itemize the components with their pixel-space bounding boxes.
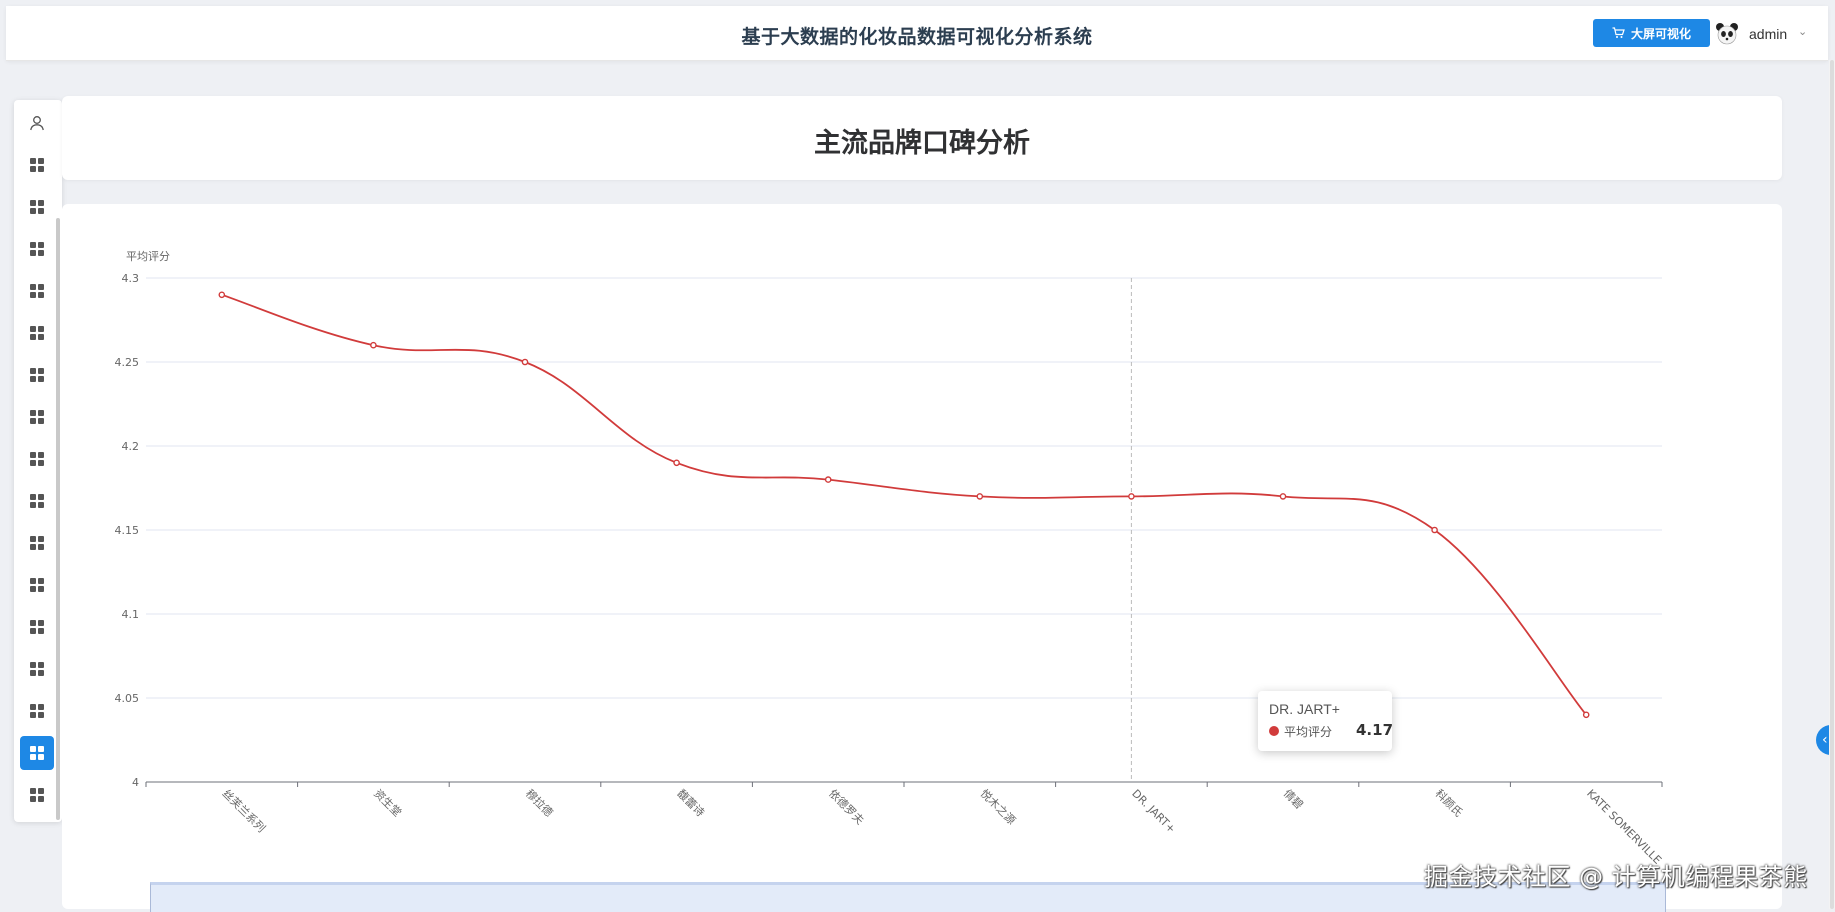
x-tick-label: 穆拉德 (523, 786, 556, 819)
big-screen-label: 大屏可视化 (1630, 26, 1691, 41)
tooltip-series-dot (1269, 726, 1279, 736)
data-point (976, 493, 984, 500)
grid-icon (30, 200, 44, 214)
page-title: 主流品牌口碑分析 (814, 128, 1030, 159)
data-point (1128, 493, 1135, 500)
title-card: 主流品牌口碑分析 (62, 96, 1782, 180)
x-tick-label: 资生堂 (371, 786, 404, 819)
page-scrollbar[interactable] (1829, 60, 1835, 909)
grid-icon (30, 704, 44, 718)
sidebar-item-6[interactable] (20, 358, 54, 392)
app-title: 基于大数据的化妆品数据可视化分析系统 (741, 26, 1093, 48)
data-point (1582, 711, 1590, 719)
panda-icon (1716, 23, 1738, 45)
sidebar-item-1[interactable] (20, 148, 54, 182)
line-chart[interactable]: 4 4.05 4.1 4.15 4.2 4.25 4.3 平均评分丝芙兰系列 资生堂 穆拉德 馥蕾诗… (62, 204, 1782, 909)
data-point (1279, 493, 1287, 500)
x-tick-label: 科颜氏 (1432, 786, 1465, 819)
watermark: 掘金技术社区 @ 计算机编程果茶熊 (1424, 863, 1808, 891)
sidebar-item-10[interactable] (20, 526, 54, 560)
grid-icon (30, 284, 44, 298)
chart-tooltip: DR. JART+ 平均评分 4.17 (1258, 691, 1394, 751)
sidebar (14, 100, 62, 822)
grid-icon (30, 410, 44, 424)
sidebar-item-12[interactable] (20, 610, 54, 644)
x-tick-label: 悦木之源 (978, 786, 1019, 827)
user-name[interactable]: admin (1749, 26, 1787, 42)
sidebar-item-14[interactable] (20, 694, 54, 728)
y-tick-label: 4 (132, 776, 139, 789)
sidebar-item-8[interactable] (20, 442, 54, 476)
chevron-down-icon[interactable]: ⌄ (1798, 25, 1807, 38)
x-tick-label: KATE SOMERVILLE (1584, 787, 1664, 867)
sidebar-item-16[interactable] (20, 778, 54, 812)
top-bar: 基于大数据的化妆品数据可视化分析系统 大屏可视化 admin ⌄ (6, 6, 1828, 61)
avatar[interactable] (1715, 21, 1739, 47)
grid-icon (30, 158, 44, 172)
x-tick-label: 依德罗夫 (826, 786, 867, 827)
grid-icon (30, 368, 44, 382)
data-point (370, 341, 377, 349)
y-tick-label: 4.15 (115, 524, 140, 537)
cart-icon (1612, 27, 1625, 38)
grid-icon (30, 536, 44, 550)
grid-icon (30, 662, 44, 676)
tooltip-value: 4.17 (1356, 721, 1394, 739)
data-point (824, 476, 832, 483)
y-tick-label: 4.25 (115, 356, 140, 369)
tooltip-category: DR. JART+ (1269, 701, 1340, 717)
y-tick-label: 4.05 (115, 692, 140, 705)
sidebar-item-9[interactable] (20, 484, 54, 518)
x-tick-label: 倩碧 (1281, 787, 1306, 812)
user-icon (30, 116, 44, 131)
grid-icon (30, 746, 44, 760)
sidebar-item-user[interactable] (20, 106, 54, 140)
y-tick-label: 4.3 (122, 272, 140, 285)
sidebar-item-2[interactable] (20, 190, 54, 224)
big-screen-button[interactable]: 大屏可视化 (1593, 19, 1710, 47)
sidebar-scrollbar[interactable] (56, 218, 60, 820)
y-axis-label: 平均评分 (126, 250, 170, 263)
grid-icon (30, 788, 44, 802)
sidebar-item-7[interactable] (20, 400, 54, 434)
chart-card: 4 4.05 4.1 4.15 4.2 4.25 4.3 平均评分丝芙兰系列 资生堂 穆拉德 馥蕾诗… (62, 204, 1782, 909)
grid-icon (30, 242, 44, 256)
data-point (218, 291, 226, 299)
y-tick-label: 4.1 (122, 608, 140, 621)
x-tick-label: 丝芙兰系列 (220, 786, 269, 835)
sidebar-item-11[interactable] (20, 568, 54, 602)
grid-icon (30, 494, 44, 508)
sidebar-item-5[interactable] (20, 316, 54, 350)
sidebar-item-15-active[interactable] (20, 736, 54, 770)
series-line (221, 293, 1587, 716)
grid-icon (30, 578, 44, 592)
x-tick-label: 馥蕾诗 (674, 786, 707, 819)
sidebar-item-3[interactable] (20, 232, 54, 266)
grid-icon (30, 452, 44, 466)
grid-icon (30, 326, 44, 340)
data-point (1431, 526, 1438, 534)
grid-icon (30, 620, 44, 634)
tooltip-series-name: 平均评分 (1284, 725, 1333, 739)
data-point (521, 358, 529, 366)
x-tick-label: DR. JART+ (1129, 787, 1178, 836)
y-tick-label: 4.2 (122, 440, 140, 453)
data-point (673, 459, 680, 467)
sidebar-item-13[interactable] (20, 652, 54, 686)
sidebar-item-4[interactable] (20, 274, 54, 308)
